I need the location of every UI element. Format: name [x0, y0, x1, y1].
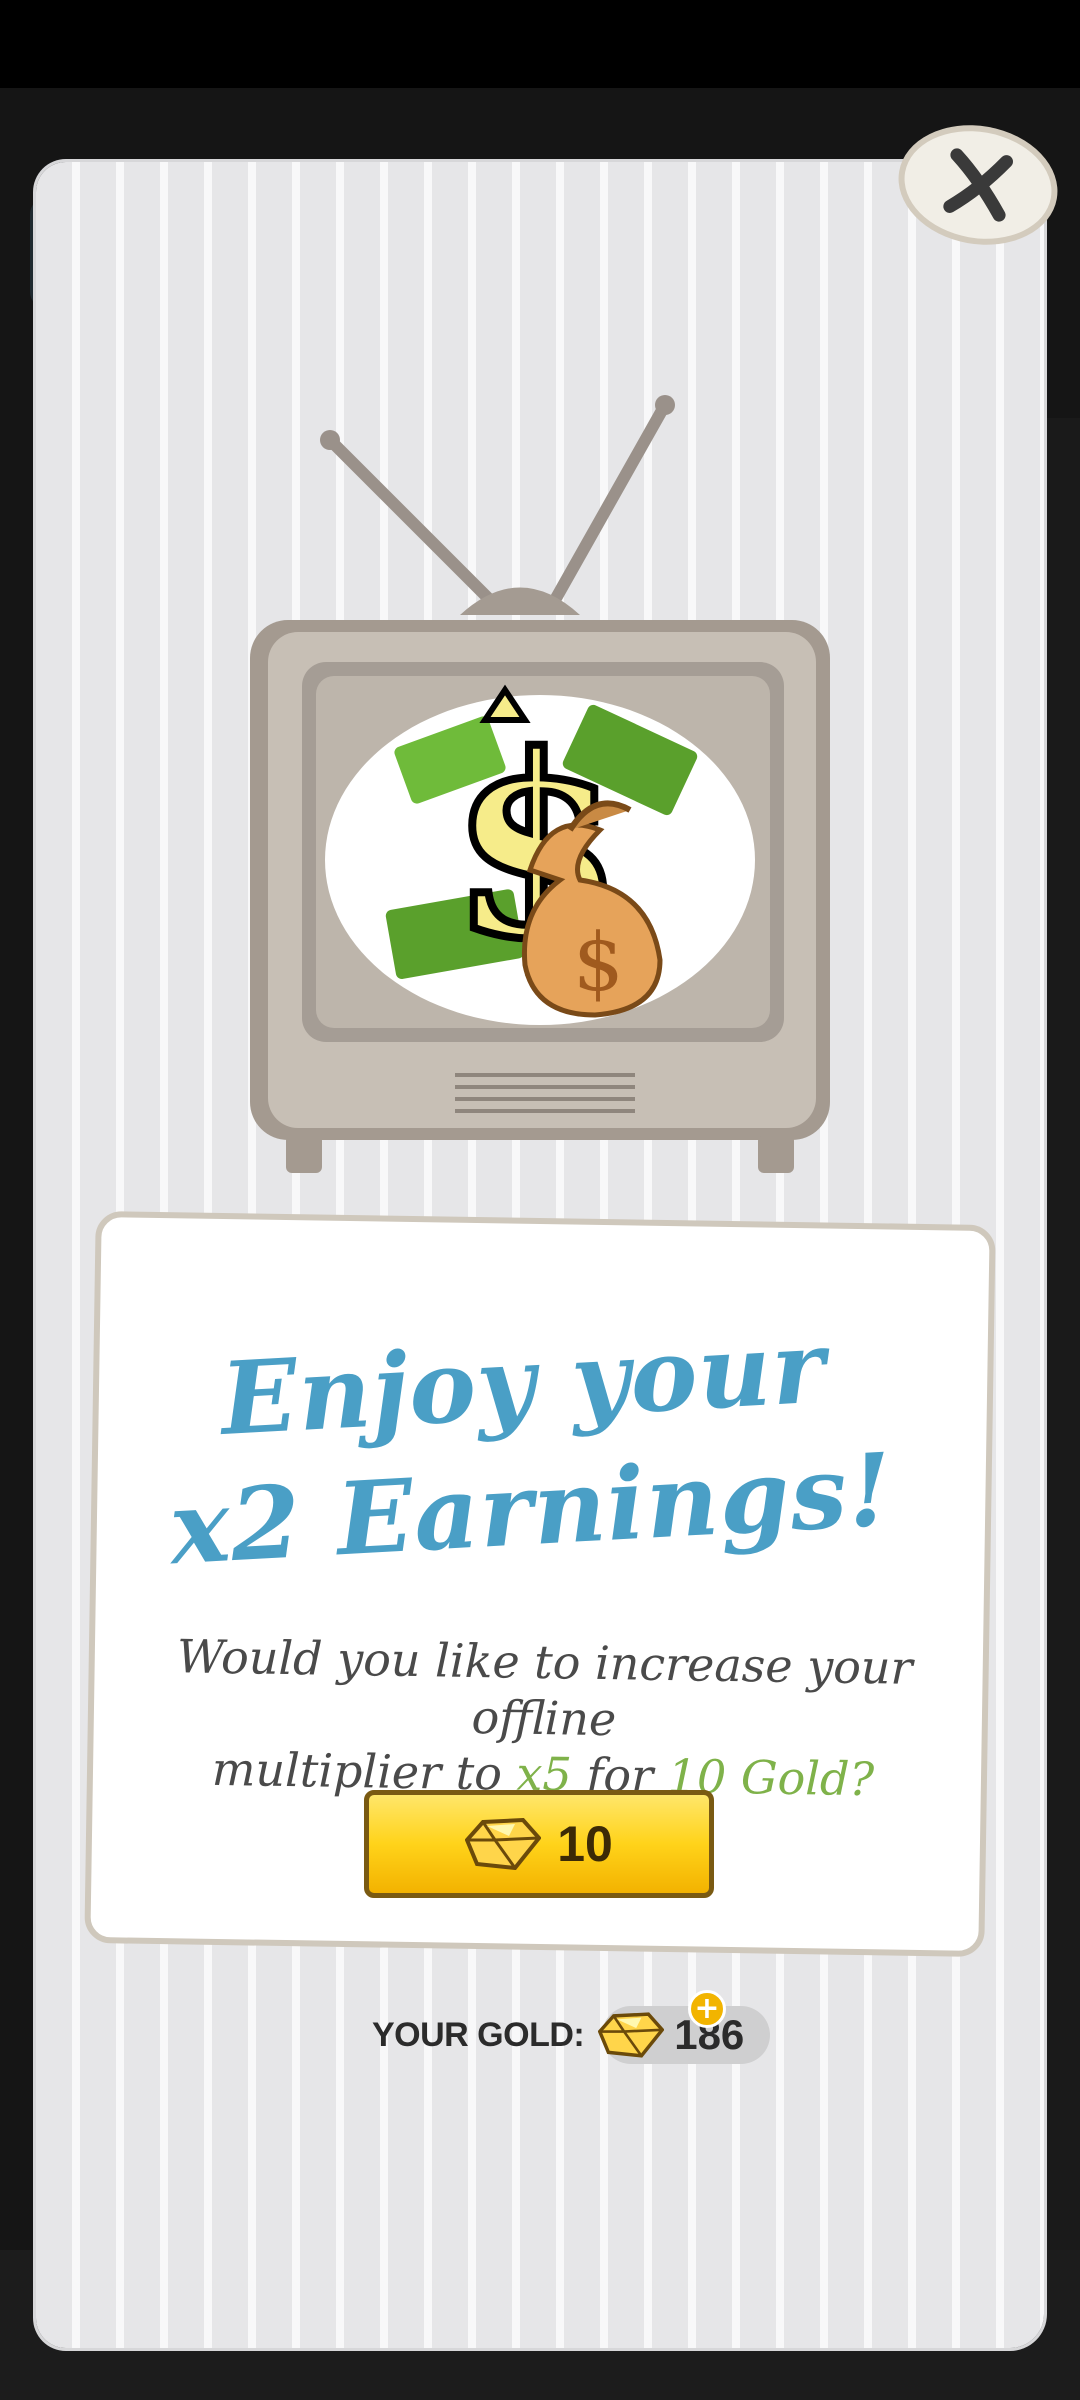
backdrop-strip — [1040, 418, 1080, 2318]
buy-multiplier-button[interactable]: 10 — [364, 1790, 714, 1898]
add-icon: + — [694, 1991, 720, 2026]
gold-gem-icon — [465, 1818, 542, 1870]
svg-text:$: $ — [573, 916, 624, 1009]
offer-message: Would you like to increase your offline … — [133, 1628, 956, 1809]
close-icon — [943, 148, 1013, 222]
buy-button-label: 10 — [557, 1816, 613, 1872]
tv-icon: $ $ — [250, 395, 830, 1173]
add-gold-button[interactable]: + — [688, 1990, 726, 2028]
gold-label: YOUR GOLD: — [372, 2015, 585, 2054]
gold-gem-icon — [598, 2012, 665, 2058]
status-bar — [0, 0, 1080, 88]
message-part-1: Would you like to increase your offline — [176, 1629, 913, 1747]
gold-balance-pill: 186 — [598, 2006, 771, 2064]
